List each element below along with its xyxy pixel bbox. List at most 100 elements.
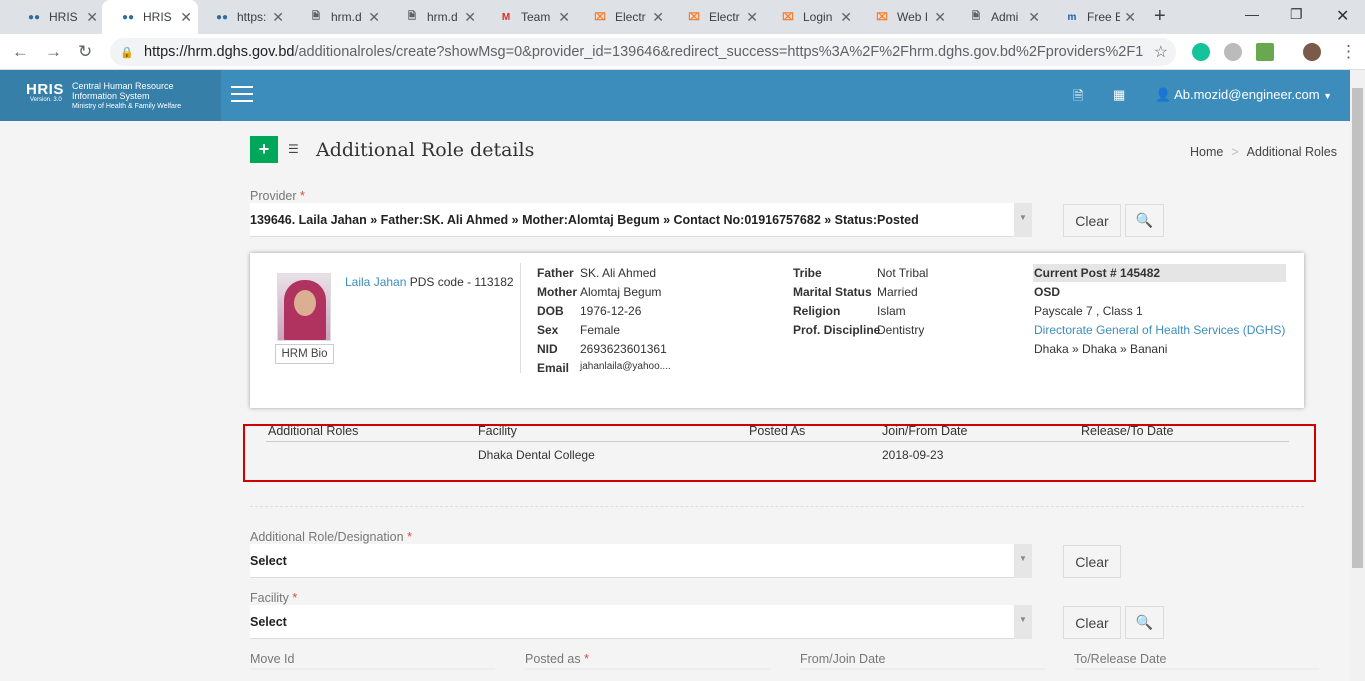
document-icon[interactable]: 🗎 xyxy=(1073,87,1083,109)
doc-icon: 🗎 xyxy=(971,10,981,22)
browser-tab[interactable]: ⌧ Login ✕ xyxy=(762,0,858,34)
move-id-label: Move Id xyxy=(250,652,295,666)
xampp-icon: ⌧ xyxy=(876,11,888,23)
provider-name-link[interactable]: Laila Jahan xyxy=(345,275,406,289)
field-label: Marital Status xyxy=(793,285,872,299)
close-icon[interactable]: ✕ xyxy=(368,9,380,26)
provider-select[interactable]: 139646. Laila Jahan » Father:SK. Ali Ahm… xyxy=(250,203,1014,237)
extension-icon[interactable] xyxy=(1256,43,1274,61)
profile-avatar[interactable] xyxy=(1303,43,1321,61)
browser-tab[interactable]: ●● HRIS ✕ xyxy=(8,0,104,34)
doc-icon: 🗎 xyxy=(407,10,417,22)
browser-tab[interactable]: ⌧ Web I ✕ xyxy=(856,0,952,34)
breadcrumb-current: Additional Roles xyxy=(1246,145,1337,159)
scrollbar-thumb[interactable] xyxy=(1352,88,1363,568)
browser-tab-active[interactable]: ●● HRIS ✕ xyxy=(102,0,198,34)
dropdown-arrow-icon[interactable]: ▼ xyxy=(1014,605,1032,639)
to-date-label: To/Release Date xyxy=(1074,652,1167,666)
maximize-icon[interactable]: ❐ xyxy=(1290,6,1303,23)
reload-icon[interactable]: ↻ xyxy=(78,42,92,62)
field-label: Mother xyxy=(537,285,577,299)
sidebar-toggle-icon[interactable] xyxy=(231,86,253,104)
lock-icon: 🔒 xyxy=(120,46,134,59)
email-value: jahanlaila@yahoo.... xyxy=(580,361,671,372)
facility-search-button[interactable]: 🔍 xyxy=(1125,606,1164,639)
payscale: Payscale 7 , Class 1 xyxy=(1034,304,1143,318)
role-select[interactable]: Select xyxy=(250,544,1014,578)
posted-as-input[interactable] xyxy=(525,668,770,670)
caret-down-icon: ▼ xyxy=(1323,91,1333,101)
close-icon[interactable]: ✕ xyxy=(1028,9,1040,26)
posted-as-label: Posted as * xyxy=(525,652,589,666)
browser-tab[interactable]: ●● https: ✕ xyxy=(196,0,290,34)
search-icon: 🔍 xyxy=(1135,614,1154,630)
browser-tab[interactable]: M Team ✕ xyxy=(480,0,576,34)
page-title: Additional Role details xyxy=(316,139,535,161)
divider xyxy=(250,506,1304,507)
move-id-input[interactable] xyxy=(250,668,495,670)
provider-search-button[interactable]: 🔍 xyxy=(1125,204,1164,237)
address-bar: ← → ↻ 🔒 https://hrm.dghs.gov.bd/addition… xyxy=(0,34,1365,70)
field-label: Sex xyxy=(537,323,559,337)
designation: OSD xyxy=(1034,285,1061,299)
field-label: NID xyxy=(537,342,558,356)
logo[interactable]: HRIS Version. 3.0 Central Human Resource… xyxy=(0,70,221,121)
list-icon[interactable]: ☰ xyxy=(288,142,299,156)
window-close-icon[interactable]: ✕ xyxy=(1336,6,1349,26)
xampp-icon: ⌧ xyxy=(688,11,700,23)
close-icon[interactable]: ✕ xyxy=(840,9,852,26)
close-icon[interactable]: ✕ xyxy=(558,9,570,26)
dropdown-arrow-icon[interactable]: ▼ xyxy=(1014,544,1032,578)
marital-status-value: Married xyxy=(877,285,918,299)
close-icon[interactable]: ✕ xyxy=(86,9,98,26)
close-icon[interactable]: ✕ xyxy=(652,9,664,26)
field-label: Religion xyxy=(793,304,841,318)
bookmark-star-icon[interactable]: ☆ xyxy=(1154,42,1168,62)
browser-tab[interactable]: 🗎 Admi ✕ xyxy=(950,0,1046,34)
field-label: DOB xyxy=(537,304,564,318)
organization-link[interactable]: Directorate General of Health Services (… xyxy=(1034,323,1285,337)
forward-icon[interactable]: → xyxy=(45,42,62,62)
father-value: SK. Ali Ahmed xyxy=(580,266,657,280)
location: Dhaka » Dhaka » Banani xyxy=(1034,342,1168,356)
close-icon[interactable]: ✕ xyxy=(746,9,758,26)
hrm-bio-button[interactable]: HRM Bio xyxy=(275,344,334,364)
to-date-input[interactable] xyxy=(1074,668,1319,670)
close-icon[interactable]: ✕ xyxy=(464,9,476,26)
dob-value: 1976-12-26 xyxy=(580,304,642,318)
breadcrumb-home[interactable]: Home xyxy=(1190,145,1223,159)
browser-tab[interactable]: ⌧ Electr ✕ xyxy=(668,0,764,34)
role-clear-button[interactable]: Clear xyxy=(1063,545,1121,578)
grammarly-extension-icon[interactable] xyxy=(1192,43,1210,61)
user-menu[interactable]: 👤 Ab.mozid@engineer.com ▼ xyxy=(1155,87,1332,103)
dropdown-arrow-icon[interactable]: ▼ xyxy=(1014,203,1032,237)
hris-icon: ●● xyxy=(27,11,41,23)
new-tab-icon[interactable]: + xyxy=(1154,5,1166,28)
back-icon[interactable]: ← xyxy=(12,42,29,62)
divider xyxy=(520,263,521,373)
browser-tab[interactable]: 🗎 hrm.d ✕ xyxy=(386,0,482,34)
add-button[interactable]: + xyxy=(250,136,278,163)
close-icon[interactable]: ✕ xyxy=(1124,9,1136,26)
close-icon[interactable]: ✕ xyxy=(272,9,284,26)
tribe-value: Not Tribal xyxy=(877,266,929,280)
close-icon[interactable]: ✕ xyxy=(934,9,946,26)
gmail-icon: M xyxy=(501,11,511,23)
browser-tab[interactable]: m Free E ✕ xyxy=(1046,0,1142,34)
close-icon[interactable]: ✕ xyxy=(180,9,192,26)
mother-value: Alomtaj Begum xyxy=(580,285,662,299)
from-date-label: From/Join Date xyxy=(800,652,886,666)
pds-code: PDS code - 113182 xyxy=(409,275,514,289)
facility-select[interactable]: Select xyxy=(250,605,1014,639)
menu-kebab-icon[interactable]: ⋮ xyxy=(1340,42,1357,62)
facility-clear-button[interactable]: Clear xyxy=(1063,606,1121,639)
url-field[interactable]: 🔒 https://hrm.dghs.gov.bd/additionalrole… xyxy=(110,38,1176,66)
browser-tab[interactable]: 🗎 hrm.d ✕ xyxy=(290,0,386,34)
chat-extension-icon[interactable] xyxy=(1224,43,1242,61)
provider-clear-button[interactable]: Clear xyxy=(1063,204,1121,237)
provider-label: Provider * xyxy=(250,189,305,203)
minimize-icon[interactable]: — xyxy=(1245,6,1259,22)
grid-icon[interactable]: ▦ xyxy=(1113,87,1125,103)
browser-tab[interactable]: ⌧ Electr ✕ xyxy=(574,0,670,34)
from-date-input[interactable] xyxy=(800,668,1045,670)
